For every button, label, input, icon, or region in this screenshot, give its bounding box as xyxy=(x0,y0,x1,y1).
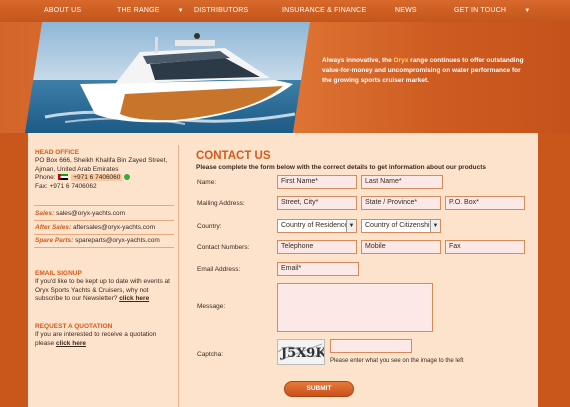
street-city-input[interactable]: Street, City* xyxy=(277,196,357,210)
yacht-illustration xyxy=(25,22,310,133)
head-office-title: HEAD OFFICE xyxy=(35,149,80,156)
divider xyxy=(34,205,174,206)
phone-number[interactable]: +971 6 7406060 xyxy=(71,174,123,181)
nav-get-in-touch[interactable]: GET IN TOUCH ▼ xyxy=(454,0,530,22)
telephone-input[interactable]: Telephone xyxy=(277,240,357,254)
divider xyxy=(34,247,174,248)
spare-parts-contact: Spare Parts: spareparts@oryx-yachts.com xyxy=(35,237,160,244)
email-address-label: Email Address: xyxy=(197,266,241,273)
email-signup-title: EMAIL SIGNUP xyxy=(35,270,82,277)
captcha-input[interactable] xyxy=(330,339,412,353)
country-label: Country: xyxy=(197,223,222,230)
fax-input[interactable]: Fax xyxy=(445,240,525,254)
captcha-image: J5X9K xyxy=(277,339,327,365)
column-divider xyxy=(178,145,179,407)
yacht-photo xyxy=(25,22,310,133)
head-office-address: PO Box 666, Sheikh Khalifa Bin Zayed Str… xyxy=(35,157,168,190)
main-nav: ABOUT US THE RANGE ▼ DISTRIBUTORS INSURAN… xyxy=(0,0,570,22)
sidebar: HEAD OFFICE PO Box 666, Sheikh Khalifa B… xyxy=(28,133,176,407)
state-province-input[interactable]: State / Province* xyxy=(361,196,441,210)
captcha-text: J5X9K xyxy=(280,346,324,361)
email-signup-text: If you'd like to be kept up to date with… xyxy=(35,278,170,302)
request-quotation-title: REQUEST A QUOTATION xyxy=(35,323,113,330)
page-title: CONTACT US xyxy=(196,150,271,162)
flag-icon xyxy=(58,174,69,181)
submit-button[interactable]: SUBMIT xyxy=(284,381,354,397)
mobile-input[interactable]: Mobile xyxy=(361,240,441,254)
divider xyxy=(34,220,174,221)
first-name-input[interactable]: First Name* xyxy=(277,175,357,189)
mailing-address-label: Mailing Address: xyxy=(197,200,245,207)
captcha-distortion: J5X9K xyxy=(277,343,327,361)
country-of-citizenship-select[interactable]: Country of Citizenship ▼ xyxy=(361,219,441,233)
country-of-residence-select[interactable]: Country of Residence ▼ xyxy=(277,219,357,233)
nav-news[interactable]: NEWS xyxy=(395,0,417,22)
content-area: HEAD OFFICE PO Box 666, Sheikh Khalifa B… xyxy=(28,133,538,407)
captcha-hint: Please enter what you see on the image t… xyxy=(330,358,464,364)
captcha-label: Captcha: xyxy=(197,351,224,358)
message-textarea[interactable] xyxy=(277,283,433,332)
chevron-down-icon: ▼ xyxy=(177,8,184,14)
message-label: Message: xyxy=(197,303,226,310)
after-sales-contact: After Sales: aftersales@oryx-yachts.com xyxy=(35,224,156,231)
nav-insurance-finance[interactable]: INSURANCE & FINANCE xyxy=(282,0,366,22)
request-quotation-link[interactable]: click here xyxy=(56,340,86,347)
chevron-down-icon: ▼ xyxy=(524,8,531,14)
brand-name: Oryx xyxy=(393,57,409,64)
chevron-down-icon: ▼ xyxy=(346,220,356,232)
nav-about-us[interactable]: ABOUT US xyxy=(44,0,81,22)
contact-numbers-label: Contact Numbers: xyxy=(197,244,250,251)
last-name-input[interactable]: Last Name* xyxy=(361,175,443,189)
sales-email-link[interactable]: sales@oryx-yachts.com xyxy=(56,210,125,217)
divider xyxy=(34,234,174,235)
nav-the-range[interactable]: THE RANGE ▼ xyxy=(117,0,184,22)
chevron-down-icon: ▼ xyxy=(430,220,440,232)
sales-contact: Sales: sales@oryx-yachts.com xyxy=(35,210,126,217)
after-sales-email-link[interactable]: aftersales@oryx-yachts.com xyxy=(73,224,155,231)
form-intro: Please complete the form below with the … xyxy=(196,164,487,171)
nav-distributors[interactable]: DISTRIBUTORS xyxy=(194,0,248,22)
hero-tagline: Always innovative, the Oryx range contin… xyxy=(322,57,524,84)
email-signup-link[interactable]: click here xyxy=(119,295,149,302)
email-input[interactable]: Email* xyxy=(277,262,359,276)
spare-parts-email-link[interactable]: spareparts@oryx-yachts.com xyxy=(75,237,160,244)
name-label: Name: xyxy=(197,179,217,186)
contact-form: CONTACT US Please complete the form belo… xyxy=(196,133,538,407)
phone-icon xyxy=(124,174,131,181)
hero-banner: Always innovative, the Oryx range contin… xyxy=(0,22,570,133)
request-quotation-text: If you are interested to receive a quota… xyxy=(35,331,157,347)
po-box-input[interactable]: P.O. Box* xyxy=(445,196,525,210)
